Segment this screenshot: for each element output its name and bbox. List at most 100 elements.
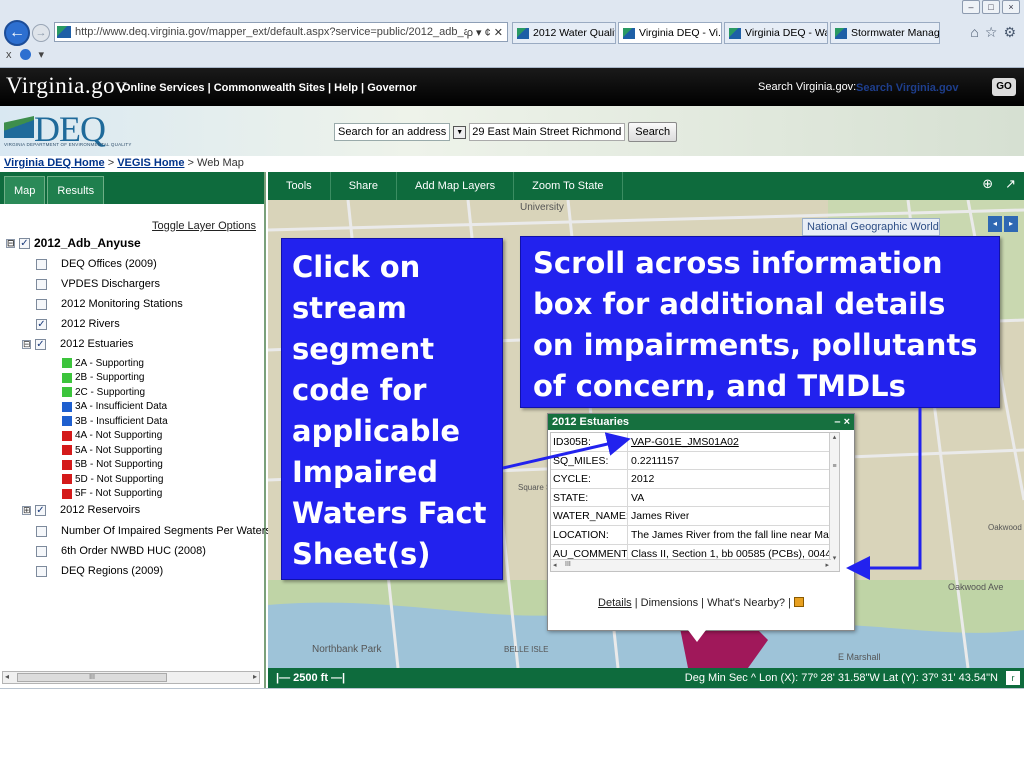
tab-virginia-deq-water[interactable]: Virginia DEQ - Wate... <box>724 22 828 44</box>
layer-row: DEQ Regions (2009) <box>36 565 163 577</box>
tab-label: 2012 Water Quality ... <box>533 27 615 39</box>
addon-menu-icon[interactable]: ▾ <box>39 48 45 61</box>
toggle-layer-options-link[interactable]: Toggle Layer Options <box>152 220 256 232</box>
tab-results[interactable]: Results <box>47 176 105 204</box>
close-window-button[interactable]: × <box>1002 0 1020 14</box>
basemap-selector[interactable]: National Geographic World Map ▾ <box>802 218 940 249</box>
popup-attribute-table[interactable]: ID305B: VAP-G01E_JMS01A02 SQ_MILES: 0.2211… <box>550 432 840 572</box>
va-search-input[interactable] <box>856 79 984 97</box>
layer-row: VPDES Dischargers <box>36 278 160 290</box>
locate-icon[interactable]: ⊕ <box>982 176 993 192</box>
link-separator: | <box>785 597 794 609</box>
breadcrumb-separator: > <box>187 157 194 169</box>
group-checkbox[interactable]: ✓ <box>19 237 30 249</box>
expand-icon[interactable]: ⊞ <box>22 505 31 515</box>
dimensions-link[interactable]: Dimensions <box>641 597 698 609</box>
dropdown-arrow-icon[interactable]: ▼ <box>453 125 467 139</box>
scroll-thumb[interactable]: III <box>17 673 167 682</box>
address-url[interactable]: http://www.deq.virginia.gov/mapper_ext/d… <box>75 26 467 38</box>
virginia-gov-links[interactable]: Online Services | Commonwealth Sites | H… <box>122 82 417 94</box>
expand-icon[interactable]: ↗ <box>1005 176 1016 192</box>
close-command-icon[interactable]: x <box>6 49 12 61</box>
layer-checkbox[interactable] <box>36 525 47 537</box>
maximize-button[interactable]: □ <box>982 0 1000 14</box>
panel-horizontal-scrollbar[interactable]: ◂ III ▸ <box>2 671 260 684</box>
id305b-link[interactable]: VAP-G01E_JMS01A02 <box>628 433 739 451</box>
coordinate-readout[interactable]: Deg Min Sec ^ Lon (X): 77º 28' 31.58"W L… <box>685 668 998 688</box>
legend-label: 2C - Supporting <box>75 386 146 398</box>
tools-menu[interactable]: Tools <box>268 172 331 200</box>
layer-checkbox[interactable] <box>36 278 47 290</box>
settings-gear-icon[interactable]: ⚙ <box>1003 24 1016 41</box>
address-search-button[interactable]: Search <box>628 122 678 142</box>
layer-checkbox[interactable] <box>36 545 47 557</box>
nav-prev-icon[interactable]: ◂ <box>988 216 1002 232</box>
layer-checkbox[interactable] <box>36 565 47 577</box>
deq-logo[interactable]: DEQ VIRGINIA DEPARTMENT OF ENVIRONMENTAL… <box>4 109 131 152</box>
legend-swatch <box>62 445 72 455</box>
add-map-layers-menu[interactable]: Add Map Layers <box>397 172 515 200</box>
scroll-down-icon[interactable]: ▾ <box>830 554 839 562</box>
zoom-to-icon[interactable] <box>793 597 804 607</box>
tab-map[interactable]: Map <box>4 176 46 204</box>
address-bar[interactable]: http://www.deq.virginia.gov/mapper_ext/d… <box>54 22 508 42</box>
legend-swatch <box>62 430 72 441</box>
virginia-gov-logo[interactable]: Virginia.gov <box>6 73 127 99</box>
legend-label: 2B - Supporting <box>75 372 145 383</box>
layer-checkbox[interactable]: ✓ <box>36 318 47 330</box>
legend-label: 4A - Not Supporting <box>75 430 163 441</box>
layer-checkbox[interactable] <box>36 298 47 310</box>
attribute-value: The James River from the fall line near … <box>631 528 839 541</box>
minimize-button[interactable]: – <box>962 0 980 14</box>
popup-horizontal-scrollbar[interactable]: ◂ III ▸ <box>551 559 831 571</box>
layer-checkbox[interactable]: ✓ <box>35 338 46 350</box>
popup-controls[interactable]: – × <box>834 414 850 430</box>
scroll-up-icon[interactable]: ▴ <box>830 433 839 441</box>
map-label: BELLE ISLE <box>504 645 548 654</box>
scroll-right-icon[interactable]: ▸ <box>825 561 829 569</box>
favorites-star-icon[interactable]: ☆ <box>985 24 998 41</box>
tab-water-quality[interactable]: 2012 Water Quality ... <box>512 22 616 44</box>
nav-next-icon[interactable]: ▸ <box>1004 216 1018 232</box>
breadcrumb-vegis-home[interactable]: VEGIS Home <box>117 157 184 169</box>
forward-arrow-icon[interactable]: → <box>32 24 50 42</box>
coords-toggle-button[interactable]: r <box>1006 671 1020 685</box>
scroll-thumb[interactable]: ≡ <box>830 463 839 470</box>
legend-swatch <box>62 416 72 426</box>
scroll-left-icon[interactable]: ◂ <box>553 561 557 569</box>
layer-group-label: 2012_Adb_Anyuse <box>34 236 141 250</box>
breadcrumb: Virginia DEQ Home > VEGIS Home > Web Map <box>4 157 244 169</box>
whats-nearby-link[interactable]: What's Nearby? <box>707 597 785 609</box>
legend-label: 5B - Not Supporting <box>75 459 163 470</box>
collapse-icon[interactable]: ⊟ <box>6 238 15 248</box>
legend-swatch <box>62 387 72 397</box>
tab-stormwater[interactable]: Stormwater Manag... <box>830 22 940 44</box>
popup-vertical-scrollbar[interactable]: ▴ ≡ ▾ <box>829 433 839 571</box>
back-arrow-icon[interactable]: ← <box>4 20 30 46</box>
map-label: E Marshall <box>838 652 881 662</box>
scroll-left-icon[interactable]: ◂ <box>5 672 9 681</box>
link-separator: | <box>698 597 708 609</box>
browser-right-controls: ⌂ ☆ ⚙ <box>970 24 1016 41</box>
deq-header: DEQ VIRGINIA DEPARTMENT OF ENVIRONMENTAL… <box>0 106 1024 156</box>
address-search-input[interactable] <box>469 123 626 141</box>
scroll-right-icon[interactable]: ▸ <box>253 672 257 681</box>
details-link[interactable]: Details <box>598 597 632 609</box>
collapse-icon[interactable]: ⊟ <box>22 339 31 349</box>
tab-virginia-deq-vi[interactable]: Virginia DEQ - Vi...× <box>618 22 722 44</box>
addon-icon[interactable] <box>19 49 31 60</box>
address-controls[interactable]: ρ ▾ ¢ ✕ <box>467 26 507 39</box>
breadcrumb-current: Web Map <box>197 157 244 169</box>
layer-checkbox[interactable]: ✓ <box>35 504 46 516</box>
layer-label: VPDES Dischargers <box>61 278 161 290</box>
legend-item: 2C - Supporting <box>62 385 145 399</box>
share-menu[interactable]: Share <box>331 172 398 200</box>
scroll-thumb[interactable]: III <box>565 561 571 568</box>
home-icon[interactable]: ⌂ <box>970 24 978 41</box>
zoom-to-state-button[interactable]: Zoom To State <box>514 172 623 200</box>
basemap-nav: ◂ ▸ <box>988 216 1018 232</box>
va-go-button[interactable]: GO <box>992 78 1016 96</box>
breadcrumb-deq-home[interactable]: Virginia DEQ Home <box>4 157 105 169</box>
layer-checkbox[interactable] <box>36 258 47 270</box>
search-mode-select[interactable]: Search for an address <box>334 123 451 141</box>
